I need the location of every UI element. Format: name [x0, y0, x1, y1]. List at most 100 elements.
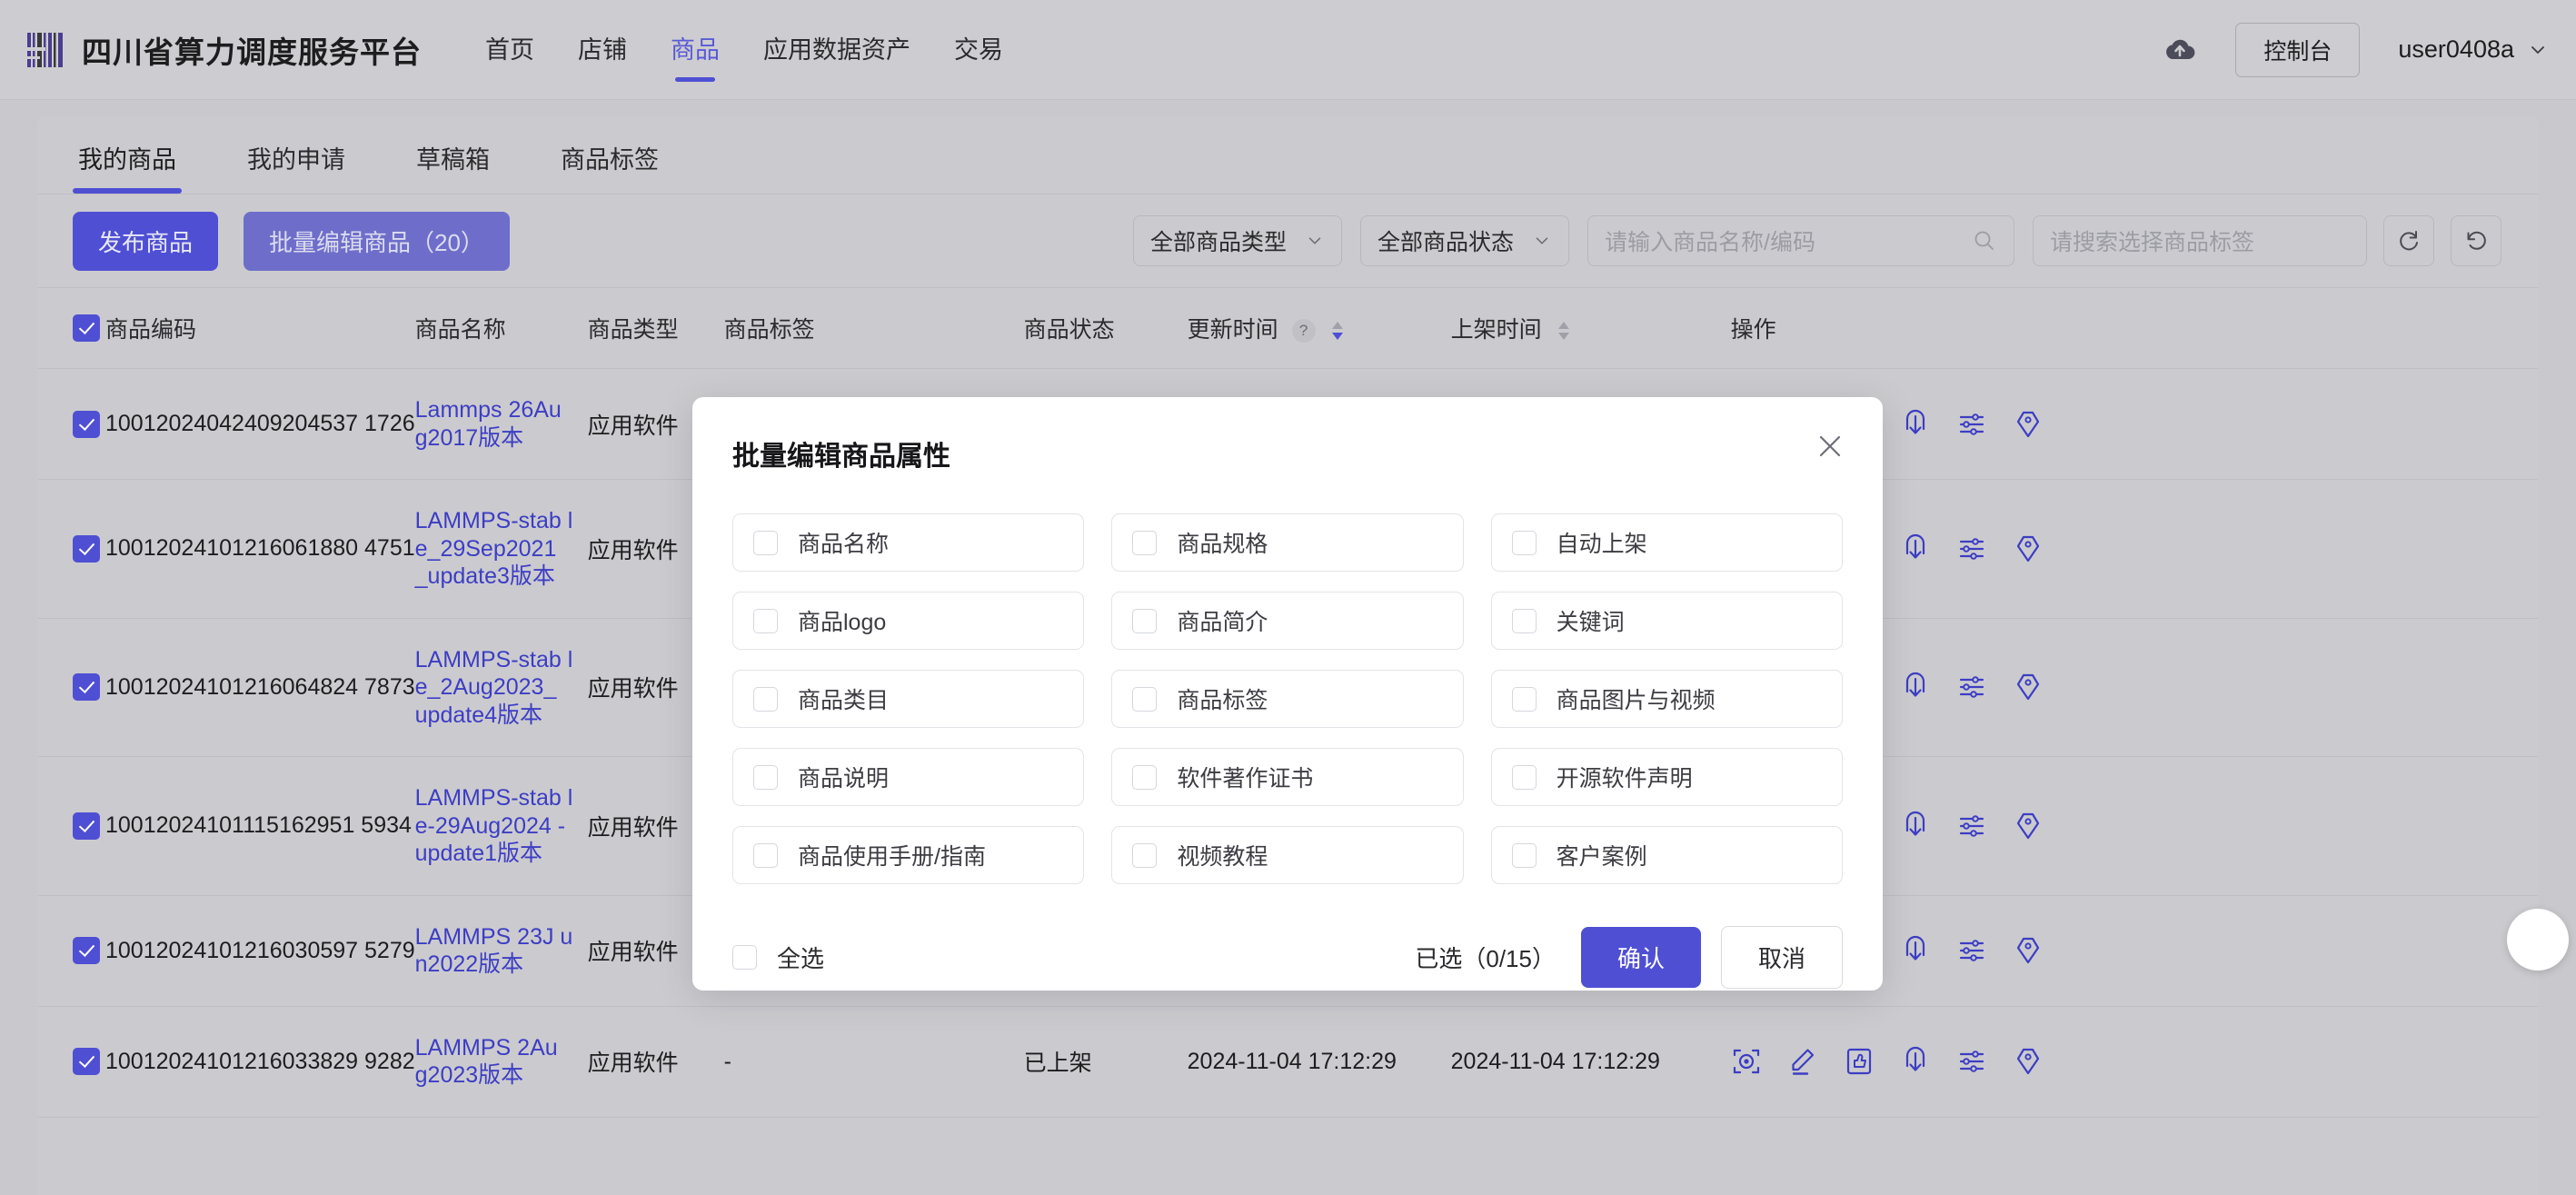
option-checkbox[interactable] [1132, 764, 1158, 790]
option-auto-shelf[interactable]: 自动上架 [1490, 513, 1843, 572]
option-checkbox[interactable] [1511, 842, 1537, 868]
option-checkbox[interactable] [1132, 530, 1158, 555]
user-menu[interactable]: user0408a [2398, 35, 2549, 64]
option-product-images-videos[interactable]: 商品图片与视频 [1490, 670, 1843, 728]
cloud-upload-icon[interactable] [2163, 33, 2197, 67]
tag-icon[interactable] [2013, 533, 2044, 564]
select-all-control[interactable]: 全选 [732, 941, 824, 974]
option-product-category[interactable]: 商品类目 [732, 670, 1085, 728]
download-icon[interactable] [1900, 409, 1931, 440]
option-checkbox[interactable] [1511, 764, 1537, 790]
product-tag-search-input[interactable]: 请搜索选择商品标签 [2033, 215, 2367, 266]
column-header-status[interactable]: 商品状态 [1024, 288, 1188, 369]
column-header-tag[interactable]: 商品标签 [724, 288, 1024, 369]
tag-icon[interactable] [2013, 409, 2044, 440]
option-video-tutorial[interactable]: 视频教程 [1111, 826, 1464, 884]
settings-sliders-icon[interactable] [1956, 409, 1987, 440]
nav-item-shop[interactable]: 店铺 [556, 0, 649, 100]
preview-icon[interactable] [1731, 1046, 1762, 1077]
update-time-sort-toggle[interactable] [1329, 320, 1346, 342]
tag-icon[interactable] [2013, 672, 2044, 702]
product-name-link[interactable]: LAMMPS-stab le_29Sep2021 _update3版本 [415, 507, 574, 591]
option-checkbox[interactable] [1132, 608, 1158, 633]
table-row[interactable]: 10012024101216033829 9282 LAMMPS 2Au g20… [38, 1006, 2538, 1117]
product-type-filter[interactable]: 全部商品类型 [1133, 215, 1342, 266]
row-select-checkbox[interactable] [73, 673, 100, 702]
update-time-help-icon[interactable]: ? [1291, 319, 1316, 344]
reset-button[interactable] [2451, 215, 2501, 266]
download-icon[interactable] [1900, 533, 1931, 564]
settings-sliders-icon[interactable] [1956, 811, 1987, 841]
product-name-link[interactable]: LAMMPS-stab le-29Aug2024 -update1版本 [415, 784, 574, 868]
refresh-button[interactable] [2383, 215, 2434, 266]
row-select-checkbox[interactable] [73, 1048, 100, 1076]
tag-icon[interactable] [2013, 935, 2044, 966]
row-select-checkbox[interactable] [73, 534, 100, 563]
option-product-tag[interactable]: 商品标签 [1111, 670, 1464, 728]
tab-my-requests[interactable]: 我的申请 [242, 140, 351, 194]
tag-icon[interactable] [2013, 811, 2044, 841]
product-name-link[interactable]: LAMMPS 2Au g2023版本 [415, 1034, 574, 1090]
row-select-checkbox[interactable] [73, 410, 100, 438]
tag-icon[interactable] [2013, 1046, 2044, 1077]
column-header-code[interactable]: 商品编码 [105, 288, 415, 369]
tab-drafts[interactable]: 草稿箱 [411, 140, 495, 194]
column-header-update-time[interactable]: 更新时间 ? [1188, 288, 1451, 369]
confirm-button[interactable]: 确认 [1580, 927, 1701, 988]
option-checkbox[interactable] [1511, 530, 1537, 555]
product-name-link[interactable]: LAMMPS 23J un2022版本 [415, 923, 574, 979]
option-open-source-statement[interactable]: 开源软件声明 [1490, 748, 1843, 806]
option-user-manual-guide[interactable]: 商品使用手册/指南 [732, 826, 1085, 884]
download-icon[interactable] [1900, 672, 1931, 702]
option-keywords[interactable]: 关键词 [1490, 592, 1843, 650]
floating-action-button[interactable] [2507, 909, 2569, 971]
approve-icon[interactable] [1844, 1046, 1875, 1077]
option-checkbox[interactable] [753, 764, 778, 790]
batch-edit-products-button[interactable]: 批量编辑商品（20） [244, 211, 510, 271]
settings-sliders-icon[interactable] [1956, 533, 1987, 564]
option-checkbox[interactable] [1511, 686, 1537, 712]
row-select-checkbox[interactable] [73, 937, 100, 965]
select-all-rows-checkbox[interactable] [73, 314, 100, 343]
option-product-logo[interactable]: 商品logo [732, 592, 1085, 650]
option-software-copyright-certificate[interactable]: 软件著作证书 [1111, 748, 1464, 806]
download-icon[interactable] [1900, 935, 1931, 966]
option-checkbox[interactable] [1511, 608, 1537, 633]
option-product-spec[interactable]: 商品规格 [1111, 513, 1464, 572]
option-product-description[interactable]: 商品说明 [732, 748, 1085, 806]
console-button[interactable]: 控制台 [2235, 22, 2361, 77]
select-all-checkbox[interactable] [732, 945, 757, 970]
option-checkbox[interactable] [753, 530, 778, 555]
settings-sliders-icon[interactable] [1956, 1046, 1987, 1077]
settings-sliders-icon[interactable] [1956, 672, 1987, 702]
nav-item-trade[interactable]: 交易 [932, 0, 1025, 100]
product-search-input[interactable]: 请输入商品名称/编码 [1587, 215, 2014, 266]
download-icon[interactable] [1900, 1046, 1931, 1077]
option-checkbox[interactable] [1132, 686, 1158, 712]
option-product-name[interactable]: 商品名称 [732, 513, 1085, 572]
row-select-checkbox[interactable] [73, 812, 100, 840]
modal-close-button[interactable] [1812, 428, 1848, 464]
product-status-filter[interactable]: 全部商品状态 [1360, 215, 1569, 266]
column-header-name[interactable]: 商品名称 [415, 288, 588, 369]
option-customer-case[interactable]: 客户案例 [1490, 826, 1843, 884]
column-header-type[interactable]: 商品类型 [588, 288, 724, 369]
publish-product-button[interactable]: 发布商品 [73, 211, 219, 271]
nav-item-products[interactable]: 商品 [649, 0, 741, 100]
option-checkbox[interactable] [753, 608, 778, 633]
shelf-time-sort-toggle[interactable] [1556, 320, 1572, 342]
option-checkbox[interactable] [753, 842, 778, 868]
settings-sliders-icon[interactable] [1956, 935, 1987, 966]
nav-item-app-data-assets[interactable]: 应用数据资产 [741, 0, 932, 100]
nav-item-home[interactable]: 首页 [463, 0, 556, 100]
option-checkbox[interactable] [1132, 842, 1158, 868]
column-header-shelf-time[interactable]: 上架时间 [1451, 288, 1715, 369]
option-checkbox[interactable] [753, 686, 778, 712]
product-name-link[interactable]: LAMMPS-stab le_2Aug2023_ update4版本 [415, 646, 574, 730]
download-icon[interactable] [1900, 811, 1931, 841]
tab-product-tags[interactable]: 商品标签 [555, 140, 664, 194]
edit-icon[interactable] [1787, 1046, 1818, 1077]
tab-my-products[interactable]: 我的商品 [73, 140, 182, 194]
cancel-button[interactable]: 取消 [1720, 926, 1843, 989]
product-name-link[interactable]: Lammps 26Au g2017版本 [415, 396, 574, 452]
